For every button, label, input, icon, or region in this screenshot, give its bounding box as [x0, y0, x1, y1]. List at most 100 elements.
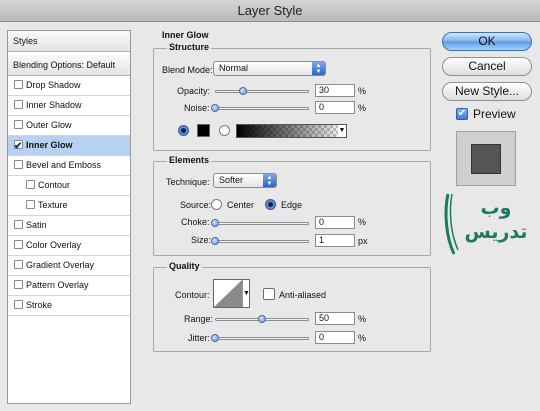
- size-px: px: [358, 236, 368, 246]
- contour-dropdown-icon[interactable]: ▼: [242, 280, 250, 307]
- source-center-label: Center: [227, 200, 255, 210]
- technique-label: Technique:: [166, 177, 210, 187]
- panel-title: Inner Glow: [162, 30, 209, 40]
- range-slider-knob[interactable]: [258, 315, 266, 323]
- blend-mode-select[interactable]: Normal ▲ ▼: [213, 61, 326, 76]
- sidebar-item[interactable]: Texture: [8, 196, 130, 216]
- noise-slider-knob[interactable]: [211, 104, 219, 112]
- sidebar-item-label: Contour: [38, 180, 71, 190]
- dropdown-arrows-icon: ▲ ▼: [312, 62, 325, 75]
- sidebar-item[interactable]: Bevel and Emboss: [8, 156, 130, 176]
- gradient-picker[interactable]: ▼: [236, 124, 347, 138]
- range-label: Range:: [184, 314, 214, 324]
- sidebar-item-checkbox[interactable]: [14, 260, 23, 269]
- styles-header[interactable]: Styles: [8, 31, 130, 52]
- sidebar-item-checkbox[interactable]: [14, 300, 23, 309]
- noise-input[interactable]: 0: [315, 101, 355, 114]
- sidebar-item-checkbox[interactable]: [14, 80, 23, 89]
- sidebar-item-checkbox[interactable]: [14, 220, 23, 229]
- choke-slider-track[interactable]: [215, 222, 309, 225]
- choke-input[interactable]: 0: [315, 216, 355, 229]
- choke-label: Choke:: [181, 217, 210, 227]
- source-center-radio[interactable]: [211, 199, 222, 210]
- opacity-slider-track[interactable]: [215, 90, 309, 93]
- sidebar-item[interactable]: Stroke: [8, 296, 130, 316]
- logo-text: وب تدریس: [464, 197, 528, 243]
- contour-curve-icon: [214, 280, 242, 307]
- choke-percent: %: [358, 217, 367, 227]
- antialiased-checkbox[interactable]: [263, 288, 275, 300]
- sidebar-item-label: Texture: [38, 200, 68, 210]
- sidebar-item[interactable]: Outer Glow: [8, 116, 130, 136]
- contour-picker[interactable]: ▼: [213, 279, 250, 308]
- jitter-percent: %: [358, 333, 367, 343]
- sidebar-item-checkbox[interactable]: [26, 180, 35, 189]
- source-edge-label: Edge: [281, 200, 303, 210]
- sidebar-item-label: Drop Shadow: [26, 80, 81, 90]
- source-label: Source:: [180, 200, 212, 210]
- sidebar-item[interactable]: Pattern Overlay: [8, 276, 130, 296]
- sidebar-item[interactable]: Contour: [8, 176, 130, 196]
- technique-value: Softer: [219, 175, 244, 185]
- dropdown-arrows-icon: ▲ ▼: [263, 174, 276, 187]
- sidebar-item-checkbox[interactable]: [14, 137, 23, 156]
- size-input[interactable]: 1: [315, 234, 355, 247]
- cancel-button[interactable]: Cancel: [442, 57, 532, 76]
- sidebar-item-checkbox[interactable]: [26, 200, 35, 209]
- blend-mode-label: Blend Mode:: [162, 65, 213, 75]
- choke-slider-knob[interactable]: [211, 219, 219, 227]
- sidebar-item-label: Stroke: [26, 300, 53, 310]
- sidebar-item-checkbox[interactable]: [14, 280, 23, 289]
- sidebar-item-label: Gradient Overlay: [26, 260, 95, 270]
- preview-label: Preview: [473, 107, 516, 121]
- title-bar: Layer Style: [0, 0, 540, 22]
- size-label: Size:: [191, 235, 212, 245]
- technique-select[interactable]: Softer ▲ ▼: [213, 173, 277, 188]
- range-percent: %: [358, 314, 367, 324]
- window-title: Layer Style: [237, 3, 303, 18]
- sidebar-item[interactable]: Gradient Overlay: [8, 256, 130, 276]
- glow-color-swatch[interactable]: [197, 124, 210, 137]
- noise-percent: %: [358, 103, 367, 113]
- sidebar-item-label: Outer Glow: [26, 120, 72, 130]
- noise-label: Noise:: [184, 103, 210, 113]
- jitter-slider-track[interactable]: [215, 337, 309, 340]
- sidebar-item[interactable]: Inner Shadow: [8, 96, 130, 116]
- solid-color-radio[interactable]: [178, 125, 189, 136]
- preview-checkbox[interactable]: ✔: [456, 108, 468, 120]
- opacity-percent: %: [358, 86, 367, 96]
- sidebar-item-label: Pattern Overlay: [26, 280, 89, 290]
- size-slider-knob[interactable]: [211, 237, 219, 245]
- sidebar-item[interactable]: Satin: [8, 216, 130, 236]
- opacity-label: Opacity:: [177, 86, 211, 96]
- jitter-slider-knob[interactable]: [211, 334, 219, 342]
- noise-slider-track[interactable]: [215, 107, 309, 110]
- gradient-dropdown-icon[interactable]: ▼: [338, 125, 346, 137]
- sidebar-item-label: Satin: [26, 220, 47, 230]
- jitter-input[interactable]: 0: [315, 331, 355, 344]
- sidebar-item-label: Inner Glow: [26, 140, 73, 150]
- sidebar-item-checkbox[interactable]: [14, 240, 23, 249]
- opacity-input[interactable]: 30: [315, 84, 355, 97]
- new-style-button[interactable]: New Style...: [442, 82, 532, 101]
- source-edge-radio[interactable]: [265, 199, 276, 210]
- quality-title: Quality: [167, 261, 202, 271]
- gradient-radio[interactable]: [219, 125, 230, 136]
- sidebar-item[interactable]: Drop Shadow: [8, 76, 130, 96]
- sidebar-item-checkbox[interactable]: [14, 100, 23, 109]
- sidebar-item-label: Bevel and Emboss: [26, 160, 102, 170]
- range-input[interactable]: 50: [315, 312, 355, 325]
- sidebar-item[interactable]: Inner Glow: [8, 136, 130, 156]
- jitter-label: Jitter:: [188, 333, 211, 343]
- size-slider-track[interactable]: [215, 240, 309, 243]
- blending-options-item[interactable]: Blending Options: Default: [8, 55, 130, 76]
- styles-list: Styles Blending Options: Default Drop Sh…: [7, 30, 131, 404]
- sidebar-item[interactable]: Color Overlay: [8, 236, 130, 256]
- sidebar-item-checkbox[interactable]: [14, 160, 23, 169]
- ok-button[interactable]: OK: [442, 32, 532, 51]
- sidebar-item-label: Color Overlay: [26, 240, 82, 250]
- structure-title: Structure: [167, 42, 212, 52]
- sidebar-item-checkbox[interactable]: [14, 120, 23, 129]
- antialiased-label: Anti-aliased: [279, 290, 327, 300]
- watermark-logo: وب تدریس: [440, 192, 536, 258]
